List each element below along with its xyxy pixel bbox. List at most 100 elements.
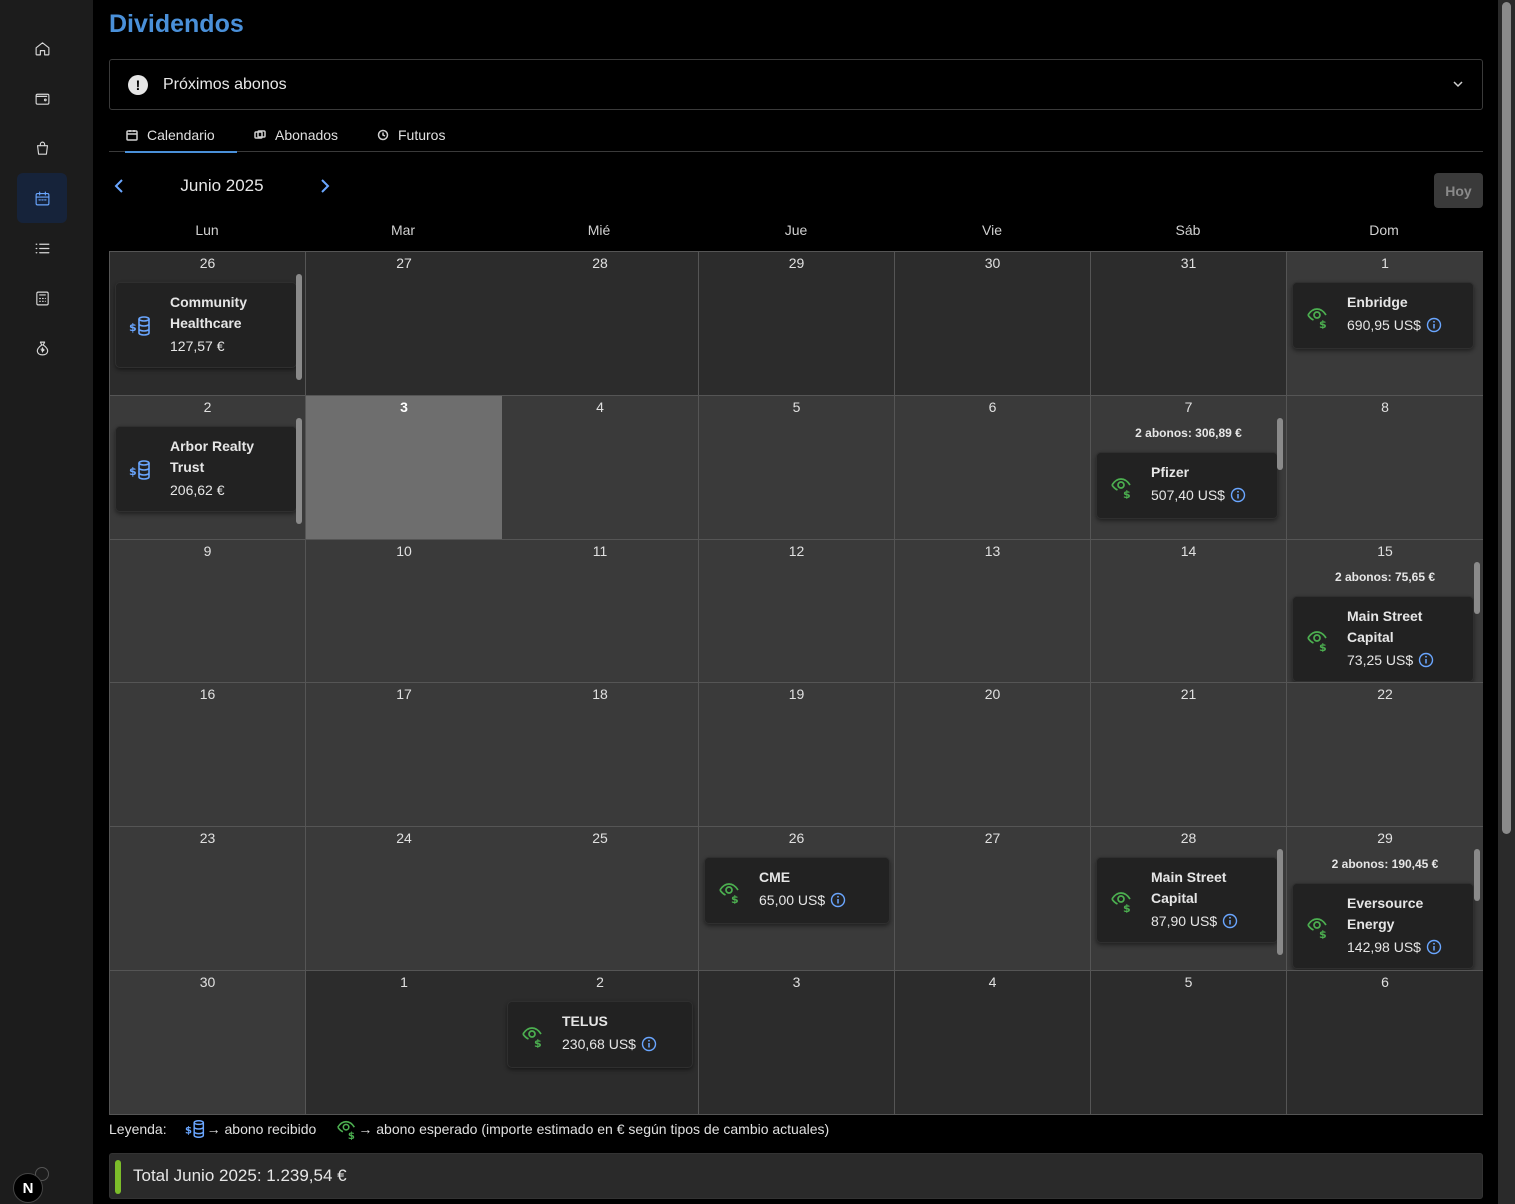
expected-dividend-card[interactable]: $ Eversource Energy 142,98 US$ bbox=[1292, 883, 1474, 969]
calendar-day-cell[interactable]: 27 bbox=[895, 827, 1091, 971]
tab-futuros[interactable]: Futuros bbox=[377, 117, 445, 152]
tab-abonados[interactable]: Abonados bbox=[254, 117, 338, 152]
calendar-day-cell[interactable]: 24 bbox=[306, 827, 503, 971]
calendar-day-cell[interactable]: 12 bbox=[699, 540, 895, 683]
day-number: 4 bbox=[988, 974, 997, 990]
calendar-day-cell[interactable]: 19 bbox=[699, 683, 895, 827]
nav-wallet[interactable] bbox=[17, 73, 67, 123]
eye-dollar-icon: $ bbox=[521, 1024, 545, 1050]
info-icon[interactable] bbox=[1230, 487, 1246, 503]
calendar-day-cell[interactable]: 6 bbox=[1287, 971, 1483, 1114]
info-icon[interactable] bbox=[830, 892, 846, 908]
nav-home[interactable] bbox=[17, 23, 67, 73]
day-number: 24 bbox=[396, 830, 412, 846]
calendar-day-cell[interactable]: 2 $ TELUS 230,68 US$ bbox=[502, 971, 699, 1114]
calendar-day-cell[interactable]: 13 bbox=[895, 540, 1091, 683]
calendar-day-cell[interactable]: 30 bbox=[110, 971, 306, 1114]
expected-dividend-card[interactable]: $ Main Street Capital 73,25 US$ bbox=[1292, 596, 1474, 682]
legend-label: Leyenda: bbox=[109, 1121, 167, 1137]
calendar-day-cell[interactable]: 10 bbox=[306, 540, 503, 683]
calendar-day-cell[interactable]: 28 $ Main Street Capital 87,90 US$ bbox=[1091, 827, 1287, 971]
calendar-day-cell[interactable]: 9 bbox=[110, 540, 306, 683]
day-number: 1 bbox=[1381, 255, 1389, 271]
calendar-day-cell[interactable]: 26 $ Community Healthcare 127,57 € bbox=[110, 252, 306, 396]
info-icon[interactable] bbox=[1426, 939, 1442, 955]
day-number: 12 bbox=[788, 543, 805, 559]
home-icon bbox=[35, 41, 49, 55]
eye-dollar-icon: $ bbox=[1110, 889, 1134, 915]
calendar-day-cell[interactable]: 2 $ Arbor Realty Trust 206,62 € bbox=[110, 396, 306, 540]
dividend-amount: 230,68 US$ bbox=[562, 1036, 636, 1052]
expected-dividend-card[interactable]: $ Enbridge 690,95 US$ bbox=[1292, 282, 1474, 349]
cell-scrollbar[interactable] bbox=[296, 274, 302, 380]
day-summary: 2 abonos: 306,89 € bbox=[1135, 426, 1242, 440]
calendar-day-cell[interactable]: 20 bbox=[895, 683, 1091, 827]
nav-list[interactable] bbox=[17, 223, 67, 273]
calendar-day-cell[interactable]: 22 bbox=[1287, 683, 1483, 827]
calendar-day-cell[interactable]: 8 bbox=[1287, 396, 1483, 540]
received-dividend-card[interactable]: $ Community Healthcare 127,57 € bbox=[115, 282, 297, 368]
calendar-day-cell[interactable]: 11 bbox=[502, 540, 699, 683]
info-icon[interactable] bbox=[1418, 652, 1434, 668]
nav-shopping[interactable] bbox=[17, 123, 67, 173]
calendar-day-cell[interactable]: 3 bbox=[306, 396, 503, 540]
month-label: Junio 2025 bbox=[180, 176, 264, 195]
page-scrollbar-thumb[interactable] bbox=[1502, 2, 1511, 834]
cell-scrollbar[interactable] bbox=[296, 418, 302, 524]
calendar-day-cell[interactable]: 18 bbox=[502, 683, 699, 827]
calendar-day-cell[interactable]: 26 $ CME 65,00 US$ bbox=[699, 827, 895, 971]
calendar-day-cell[interactable]: 6 bbox=[895, 396, 1091, 540]
expected-dividend-card[interactable]: $ TELUS 230,68 US$ bbox=[507, 1001, 693, 1068]
calendar-day-cell[interactable]: 28 bbox=[502, 252, 699, 396]
next-month-button[interactable] bbox=[317, 178, 331, 194]
calendar-day-cell[interactable]: 1 $ Enbridge 690,95 US$ bbox=[1287, 252, 1483, 396]
total-text: Total Junio 2025: 1.239,54 € bbox=[133, 1166, 347, 1185]
calendar-day-cell[interactable]: 29 bbox=[699, 252, 895, 396]
cell-scrollbar[interactable] bbox=[1474, 562, 1480, 614]
today-button[interactable]: Hoy bbox=[1434, 173, 1483, 208]
eye-dollar-icon: $ bbox=[718, 880, 742, 906]
calendar-day-cell[interactable]: 23 bbox=[110, 827, 306, 971]
nav-calculator[interactable] bbox=[17, 273, 67, 323]
upcoming-accordion[interactable]: ! Próximos abonos bbox=[109, 59, 1483, 110]
cell-scrollbar[interactable] bbox=[1474, 849, 1480, 901]
calendar-day-cell[interactable]: 16 bbox=[110, 683, 306, 827]
calendar-day-cell[interactable]: 4 bbox=[895, 971, 1091, 1114]
calendar-day-cell[interactable]: 31 bbox=[1091, 252, 1287, 396]
calendar-day-cell[interactable]: 4 bbox=[502, 396, 699, 540]
calendar-day-cell[interactable]: 7 2 abonos: 306,89 € $ Pfizer 507,40 US$ bbox=[1091, 396, 1287, 540]
info-icon[interactable] bbox=[641, 1036, 657, 1052]
calendar-day-cell[interactable]: 27 bbox=[306, 252, 503, 396]
dev-badge[interactable]: N bbox=[13, 1173, 43, 1203]
nav-money[interactable] bbox=[17, 323, 67, 373]
expected-dividend-card[interactable]: $ Pfizer 507,40 US$ bbox=[1096, 452, 1278, 519]
calendar-day-cell[interactable]: 17 bbox=[306, 683, 503, 827]
day-number: 16 bbox=[199, 686, 216, 702]
calendar-day-cell[interactable]: 5 bbox=[699, 396, 895, 540]
calendar-day-cell[interactable]: 14 bbox=[1091, 540, 1287, 683]
calendar-day-cell[interactable]: 25 bbox=[502, 827, 699, 971]
info-icon[interactable] bbox=[1426, 317, 1442, 333]
calendar-day-cell[interactable]: 3 bbox=[699, 971, 895, 1114]
day-number: 14 bbox=[1180, 543, 1197, 559]
nav-calendar[interactable] bbox=[17, 173, 67, 223]
cell-scrollbar[interactable] bbox=[1277, 418, 1283, 470]
calendar-day-cell[interactable]: 1 bbox=[306, 971, 503, 1114]
cell-scrollbar[interactable] bbox=[1277, 849, 1283, 955]
calendar-day-cell[interactable]: 21 bbox=[1091, 683, 1287, 827]
expected-dividend-card[interactable]: $ CME 65,00 US$ bbox=[704, 857, 890, 924]
sidebar: N bbox=[0, 0, 93, 1204]
upcoming-label: Próximos abonos bbox=[163, 75, 287, 93]
received-dividend-card[interactable]: $ Arbor Realty Trust 206,62 € bbox=[115, 426, 297, 512]
calendar-day-cell[interactable]: 5 bbox=[1091, 971, 1287, 1114]
info-icon[interactable] bbox=[1222, 913, 1238, 929]
dividend-amount: 206,62 € bbox=[170, 482, 225, 498]
prev-month-button[interactable] bbox=[113, 178, 127, 194]
clock-icon bbox=[377, 129, 389, 140]
expected-dividend-card[interactable]: $ Main Street Capital 87,90 US$ bbox=[1096, 857, 1278, 943]
calendar-day-cell[interactable]: 29 2 abonos: 190,45 € $ Eversource Energy 142… bbox=[1287, 827, 1483, 971]
weekday-header: Mié bbox=[587, 222, 611, 238]
tab-calendario[interactable]: Calendario bbox=[125, 117, 237, 153]
calendar-day-cell[interactable]: 15 2 abonos: 75,65 € $ Main Street Capital 73… bbox=[1287, 540, 1483, 683]
calendar-day-cell[interactable]: 30 bbox=[895, 252, 1091, 396]
